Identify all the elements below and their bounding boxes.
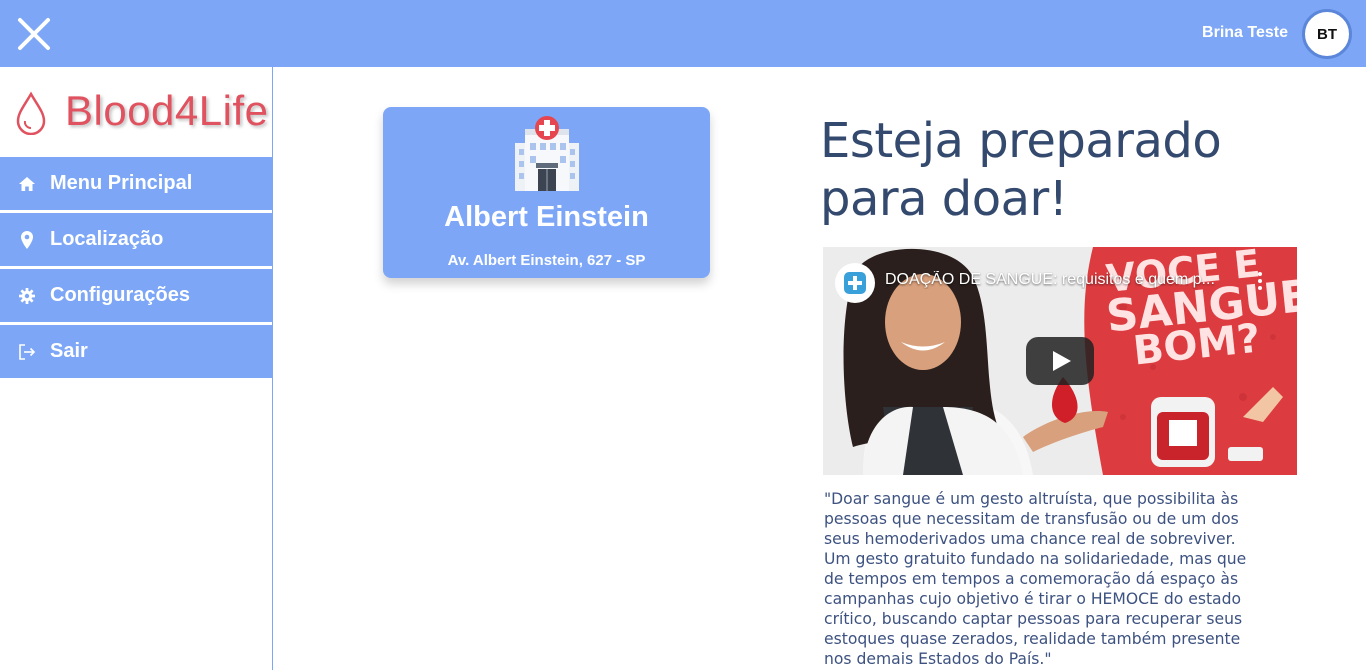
sidebar-item-label: Menu Principal — [50, 172, 193, 194]
sidebar-item-label: Localização — [50, 228, 164, 250]
gear-icon — [18, 287, 36, 305]
play-icon[interactable] — [1026, 337, 1094, 385]
avatar[interactable]: BT — [1302, 9, 1352, 59]
page-title: Esteja preparado para doar! — [820, 113, 1222, 227]
top-bar: Brina Teste BT — [0, 0, 1366, 67]
logo-text: Blood4Life — [65, 87, 269, 134]
sidebar: Blood4Life Menu Principal Localização Co… — [0, 67, 273, 670]
hospital-address: Av. Albert Einstein, 627 - SP — [447, 252, 646, 269]
sidebar-nav: Menu Principal Localização Configurações… — [0, 157, 272, 381]
sidebar-item-configuracoes[interactable]: Configurações — [0, 269, 272, 322]
hospital-card[interactable]: Albert Einstein Av. Albert Einstein, 627… — [383, 107, 710, 278]
map-pin-icon — [18, 230, 36, 249]
sidebar-item-sair[interactable]: Sair — [0, 325, 272, 378]
quote-text: "Doar sangue é um gesto altruísta, que p… — [824, 490, 1247, 668]
channel-avatar[interactable] — [835, 263, 875, 303]
logout-icon — [18, 343, 36, 361]
sidebar-item-label: Configurações — [50, 284, 191, 306]
video-title[interactable]: DOAÇÃO DE SANGUE: requisitos e quem p... — [885, 271, 1240, 289]
video-player[interactable]: VOCE E SANGUE BOM? DOAÇÃO DE SANGUE: req… — [823, 247, 1297, 475]
sidebar-item-label: Sair — [50, 340, 88, 362]
close-icon[interactable] — [14, 14, 54, 54]
home-icon — [18, 175, 36, 193]
user-name[interactable]: Brina Teste — [1202, 24, 1288, 42]
blood-drop-icon — [16, 91, 46, 135]
hospital-icon — [515, 116, 579, 191]
more-options-icon[interactable] — [1251, 269, 1269, 293]
hospital-name: Albert Einstein — [444, 201, 649, 233]
sidebar-item-localizacao[interactable]: Localização — [0, 213, 272, 266]
sidebar-item-menu-principal[interactable]: Menu Principal — [0, 157, 272, 210]
logo[interactable]: Blood4Life — [12, 85, 272, 145]
